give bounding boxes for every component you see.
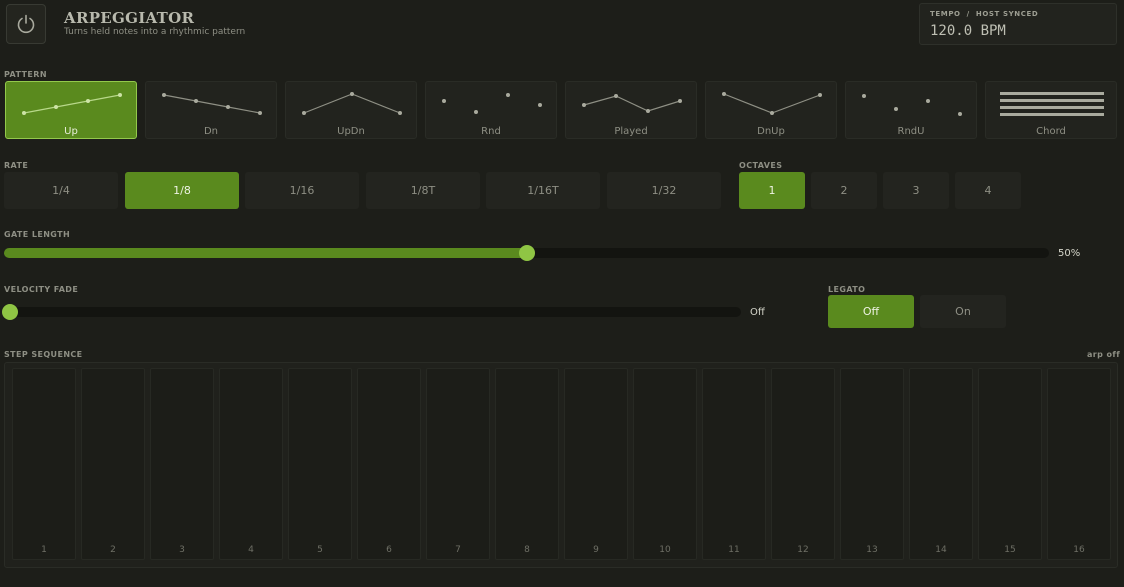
chord-bars-icon <box>1000 92 1104 116</box>
velocity-fade-label: VELOCITY FADE <box>4 285 79 294</box>
power-icon <box>17 14 35 34</box>
octave-3-button[interactable]: 3 <box>883 172 949 209</box>
step-number: 1 <box>41 545 47 555</box>
rate-1-16-button[interactable]: 1/16 <box>245 172 359 209</box>
pattern-chord-button[interactable]: Chord <box>985 81 1117 139</box>
octave-1-button[interactable]: 1 <box>739 172 805 209</box>
step-number: 11 <box>728 545 740 555</box>
pattern-dn-button[interactable]: Dn <box>145 81 277 139</box>
step-15[interactable]: 15 <box>978 368 1042 560</box>
pattern-dnup-button[interactable]: DnUp <box>705 81 837 139</box>
octave-2-button[interactable]: 2 <box>811 172 877 209</box>
step-9[interactable]: 9 <box>564 368 628 560</box>
gate-length-fill <box>4 248 527 258</box>
ascending-line-icon <box>22 93 122 115</box>
step-16[interactable]: 16 <box>1047 368 1111 560</box>
zigzag-line-icon <box>582 94 682 113</box>
step-5[interactable]: 5 <box>288 368 352 560</box>
octave-4-button[interactable]: 4 <box>955 172 1021 209</box>
gate-length-label: GATE LENGTH <box>4 230 71 239</box>
step-13[interactable]: 13 <box>840 368 904 560</box>
rate-1-8-button[interactable]: 1/8 <box>125 172 239 209</box>
step-number: 5 <box>317 545 323 555</box>
step-10[interactable]: 10 <box>633 368 697 560</box>
rate-1-32-button[interactable]: 1/32 <box>607 172 721 209</box>
tempo-label: TEMPO / HOST SYNCED <box>930 10 1039 18</box>
step-number: 16 <box>1073 545 1085 555</box>
pattern-dn-label: Dn <box>203 126 219 137</box>
step-14[interactable]: 14 <box>909 368 973 560</box>
step-3[interactable]: 3 <box>150 368 214 560</box>
step-1[interactable]: 1 <box>12 368 76 560</box>
step-6[interactable]: 6 <box>357 368 421 560</box>
step-4[interactable]: 4 <box>219 368 283 560</box>
rate-1-4-button[interactable]: 1/4 <box>4 172 118 209</box>
page-title: ARPEGGIATOR <box>64 9 195 27</box>
pattern-rndu-button[interactable]: RndU <box>845 81 977 139</box>
step-number: 8 <box>524 545 530 555</box>
step-12[interactable]: 12 <box>771 368 835 560</box>
step-number: 15 <box>1004 545 1016 555</box>
step-2[interactable]: 2 <box>81 368 145 560</box>
legato-on-button[interactable]: On <box>920 295 1006 328</box>
tempo-display[interactable]: TEMPO / HOST SYNCED 120.0 BPM <box>919 3 1117 45</box>
tempo-value: 120.0 BPM <box>930 23 1006 39</box>
step-7[interactable]: 7 <box>426 368 490 560</box>
page-subtitle: Turns held notes into a rhythmic pattern <box>64 27 246 37</box>
down-up-line-icon <box>722 92 822 115</box>
gate-length-value: 50% <box>1058 248 1081 259</box>
step-number: 2 <box>110 545 116 555</box>
pattern-played-label: Played <box>614 126 648 137</box>
pattern-label: PATTERN <box>4 70 47 79</box>
velocity-fade-handle[interactable] <box>2 304 18 320</box>
step-sequence-label: STEP SEQUENCE <box>4 350 83 359</box>
step-number: 4 <box>248 545 254 555</box>
gate-length-handle[interactable] <box>518 245 535 261</box>
pattern-chord-label: Chord <box>1036 126 1066 137</box>
rate-1-16t-button[interactable]: 1/16T <box>486 172 600 209</box>
legato-label: LEGATO <box>828 285 866 294</box>
random-dots-icon <box>442 93 542 114</box>
pattern-played-button[interactable]: Played <box>565 81 697 139</box>
random-unique-dots-icon <box>862 94 962 116</box>
rate-label: RATE <box>4 161 29 170</box>
step-number: 14 <box>935 545 947 555</box>
step-number: 12 <box>797 545 809 555</box>
step-number: 13 <box>866 545 878 555</box>
legato-off-button[interactable]: Off <box>828 295 914 328</box>
step-number: 3 <box>179 545 185 555</box>
step-8[interactable]: 8 <box>495 368 559 560</box>
pattern-rnd-button[interactable]: Rnd <box>425 81 557 139</box>
pattern-up-button[interactable]: Up <box>5 81 137 139</box>
gate-length-slider[interactable] <box>4 245 1049 261</box>
step-number: 6 <box>386 545 392 555</box>
step-number: 7 <box>455 545 461 555</box>
pattern-rnd-label: Rnd <box>481 126 501 137</box>
step-11[interactable]: 11 <box>702 368 766 560</box>
step-sequence-status: arp off <box>1087 350 1121 359</box>
up-down-line-icon <box>302 92 402 115</box>
descending-line-icon <box>162 93 262 115</box>
power-button[interactable] <box>6 4 46 44</box>
pattern-up-label: Up <box>64 126 78 137</box>
pattern-rndu-label: RndU <box>897 126 925 137</box>
octaves-label: OCTAVES <box>739 161 783 170</box>
pattern-updn-button[interactable]: UpDn <box>285 81 417 139</box>
rate-1-8t-button[interactable]: 1/8T <box>366 172 480 209</box>
pattern-dnup-label: DnUp <box>757 126 785 137</box>
velocity-fade-value: Off <box>750 307 765 318</box>
step-number: 9 <box>593 545 599 555</box>
step-number: 10 <box>659 545 671 555</box>
pattern-updn-label: UpDn <box>337 126 365 137</box>
velocity-fade-slider[interactable] <box>2 304 741 320</box>
